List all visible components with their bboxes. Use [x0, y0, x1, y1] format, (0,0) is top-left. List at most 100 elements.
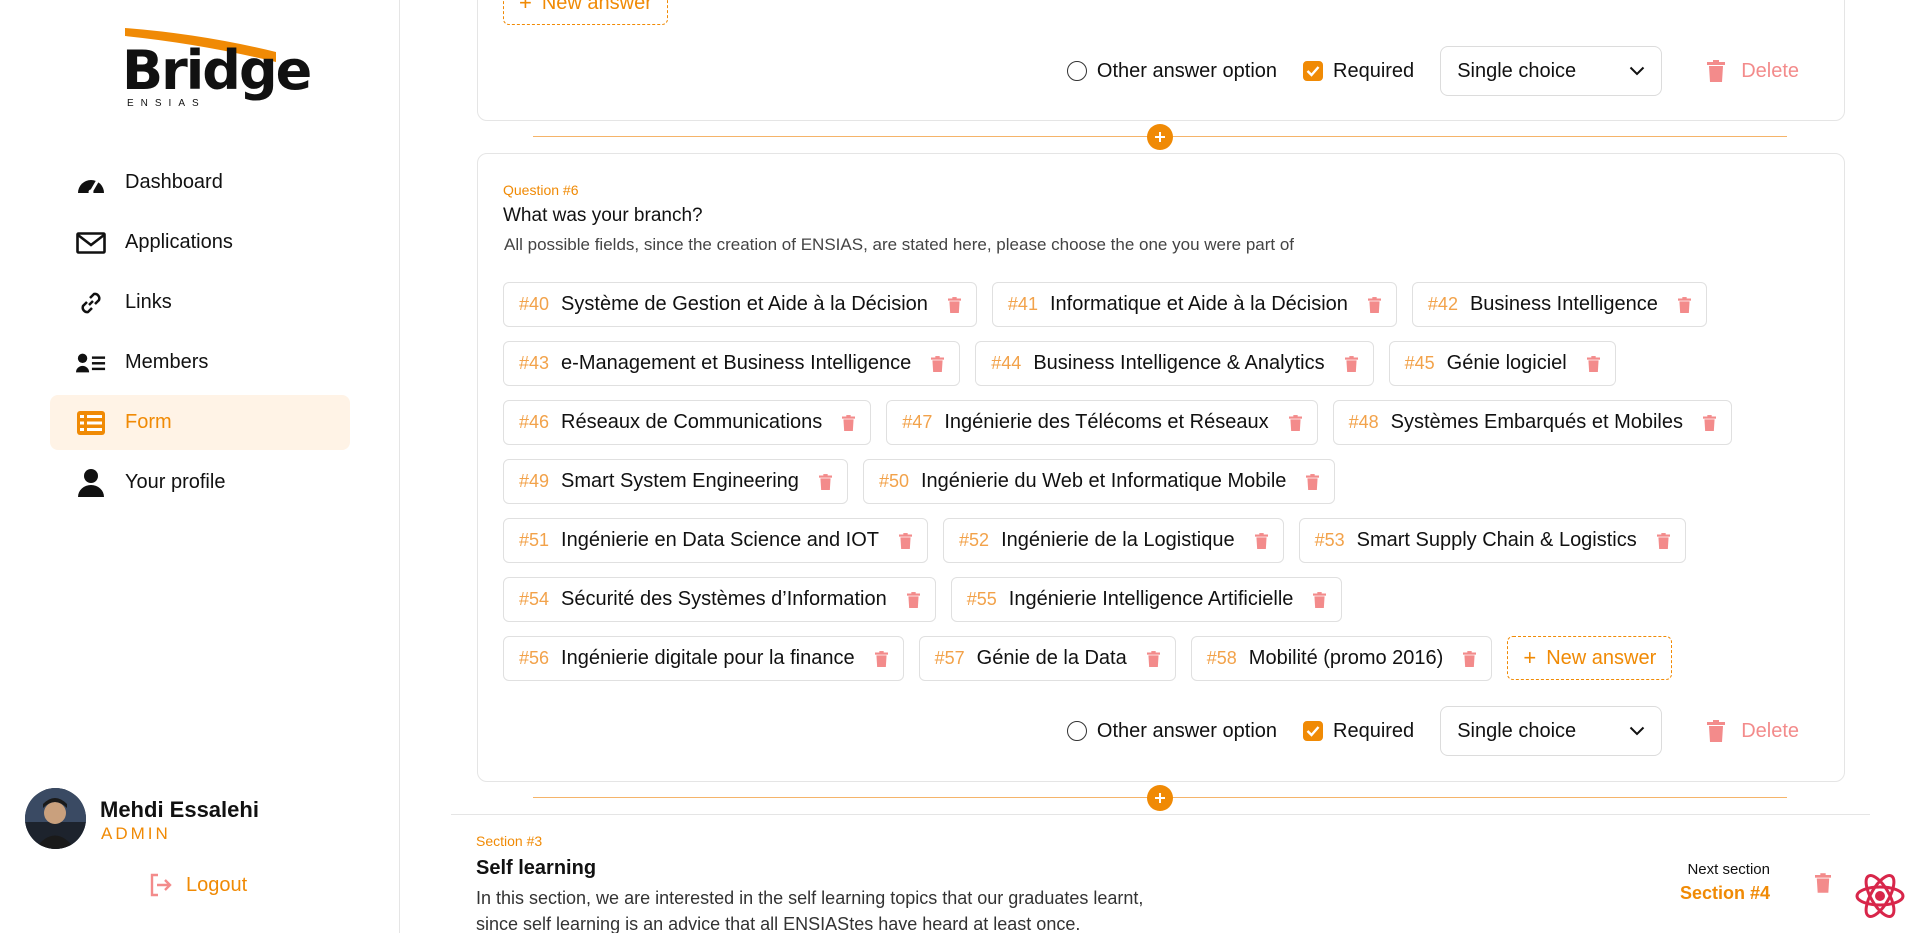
answer-chip[interactable]: #41 Informatique et Aide à la Décision: [991, 282, 1397, 327]
trash-icon[interactable]: [1367, 296, 1381, 313]
envelope-icon: [76, 228, 106, 258]
trash-icon[interactable]: [931, 355, 945, 372]
question-number: Question #6: [503, 182, 579, 198]
delete-section-button[interactable]: [1815, 873, 1831, 898]
section-description[interactable]: In this section, we are interested in th…: [476, 885, 1176, 933]
answer-chip[interactable]: #53 Smart Supply Chain & Logistics: [1298, 518, 1686, 563]
answer-chip[interactable]: #46 Réseaux de Communications: [503, 400, 872, 445]
trash-icon[interactable]: [899, 532, 913, 549]
trash-icon[interactable]: [1306, 473, 1320, 490]
trash-icon[interactable]: [1288, 414, 1302, 431]
answer-id: #54: [519, 589, 550, 609]
new-answer-button[interactable]: + New answer: [1507, 636, 1673, 680]
other-answer-checkbox[interactable]: Other answer option: [1066, 720, 1277, 743]
answer-text[interactable]: Smart System Engineering: [561, 470, 799, 493]
trash-icon[interactable]: [906, 591, 920, 608]
answer-text[interactable]: Génie logiciel: [1447, 352, 1567, 375]
answer-id: #46: [519, 412, 550, 432]
answer-text[interactable]: Systèmes Embarqués et Mobiles: [1391, 411, 1683, 434]
answer-chip[interactable]: #44 Business Intelligence & Analytics: [975, 341, 1374, 386]
answer-text[interactable]: Informatique et Aide à la Décision: [1050, 293, 1348, 316]
answer-chip[interactable]: #57 Génie de la Data: [918, 636, 1176, 681]
sidebar-item-dashboard[interactable]: Dashboard: [50, 155, 350, 210]
trash-icon[interactable]: [842, 414, 856, 431]
delete-question-button[interactable]: Delete: [1707, 720, 1799, 743]
answer-text[interactable]: Ingénierie du Web et Informatique Mobile: [921, 470, 1286, 493]
trash-icon[interactable]: [1703, 414, 1716, 431]
plus-icon: +: [1523, 645, 1537, 670]
trash-icon[interactable]: [1463, 650, 1477, 667]
add-question-button[interactable]: [1147, 124, 1173, 150]
trash-icon[interactable]: [1656, 532, 1670, 549]
sidebar-item-form[interactable]: Form: [50, 395, 350, 450]
react-devtools-icon[interactable]: [1854, 870, 1906, 922]
answer-id: #57: [934, 648, 965, 668]
answer-text[interactable]: Réseaux de Communications: [561, 411, 822, 434]
required-checkbox[interactable]: Required: [1303, 60, 1414, 83]
sidebar-item-profile[interactable]: Your profile: [50, 455, 350, 510]
question-description[interactable]: All possible fields, since the creation …: [504, 235, 1294, 255]
trash-icon[interactable]: [818, 473, 832, 490]
answer-text[interactable]: Ingénierie Intelligence Artificielle: [1009, 588, 1294, 611]
required-checkbox[interactable]: Required: [1303, 720, 1414, 743]
new-answer-label: New answer: [541, 0, 652, 14]
trash-icon[interactable]: [1344, 355, 1358, 372]
answer-chip[interactable]: #52 Ingénierie de la Logistique: [943, 518, 1284, 563]
answer-chip[interactable]: #47 Ingénierie des Télécoms et Réseaux: [886, 400, 1318, 445]
sidebar-item-applications[interactable]: Applications: [50, 215, 350, 270]
section-title[interactable]: Self learning: [476, 857, 596, 880]
answer-chip[interactable]: #54 Sécurité des Systèmes d’Information: [503, 577, 936, 622]
answer-text[interactable]: Sécurité des Systèmes d’Information: [561, 588, 887, 611]
bridge-logo[interactable]: Bridge ENSIAS: [122, 22, 312, 112]
other-answer-checkbox[interactable]: Other answer option: [1066, 60, 1277, 83]
sidebar-item-label: Applications: [125, 231, 233, 253]
answer-chip[interactable]: #48 Systèmes Embarqués et Mobiles: [1332, 400, 1732, 445]
answer-text[interactable]: Ingénierie en Data Science and IOT: [561, 529, 879, 552]
answer-text[interactable]: Système de Gestion et Aide à la Décision: [561, 293, 928, 316]
answer-id: #43: [519, 353, 550, 373]
avatar[interactable]: [25, 788, 86, 849]
answer-chip[interactable]: #58 Mobilité (promo 2016): [1190, 636, 1493, 681]
answer-id: #52: [959, 530, 990, 550]
trash-icon[interactable]: [1254, 532, 1268, 549]
trash-icon[interactable]: [1146, 650, 1160, 667]
answer-chip[interactable]: #42 Business Intelligence: [1411, 282, 1707, 327]
trash-icon[interactable]: [1677, 296, 1691, 313]
answer-chip[interactable]: #55 Ingénierie Intelligence Artificielle: [950, 577, 1343, 622]
answer-text[interactable]: Génie de la Data: [977, 647, 1127, 670]
answer-text[interactable]: e-Management et Business Intelligence: [561, 352, 911, 375]
question-footer: Other answer option Required Single choi…: [1066, 46, 1799, 96]
trash-icon[interactable]: [1313, 591, 1327, 608]
answer-text[interactable]: Smart Supply Chain & Logistics: [1357, 529, 1637, 552]
user-card: Mehdi Essalehi ADMIN: [25, 788, 345, 850]
next-section-select[interactable]: Section #4: [1680, 883, 1770, 904]
sidebar-item-members[interactable]: Members: [50, 335, 350, 390]
answer-text[interactable]: Business Intelligence & Analytics: [1033, 352, 1324, 375]
answer-chip[interactable]: #51 Ingénierie en Data Science and IOT: [503, 518, 929, 563]
trash-icon[interactable]: [1586, 355, 1600, 372]
new-answer-button[interactable]: + New answer: [503, 0, 668, 25]
answer-chip[interactable]: #43 e-Management et Business Intelligence: [503, 341, 961, 386]
question-type-select[interactable]: Single choice: [1440, 706, 1663, 756]
answer-chip[interactable]: #45 Génie logiciel: [1388, 341, 1616, 386]
answer-text[interactable]: Ingénierie de la Logistique: [1001, 529, 1235, 552]
answer-text[interactable]: Ingénierie des Télécoms et Réseaux: [944, 411, 1268, 434]
logout-button[interactable]: Logout: [148, 870, 247, 900]
add-question-button[interactable]: [1147, 785, 1173, 811]
answer-chip[interactable]: #56 Ingénierie digitale pour la finance: [503, 636, 904, 681]
question-type-select[interactable]: Single choice: [1440, 46, 1663, 96]
answer-chip[interactable]: #50 Ingénierie du Web et Informatique Mob…: [862, 459, 1336, 504]
trash-icon[interactable]: [947, 296, 961, 313]
answer-chip[interactable]: #49 Smart System Engineering: [503, 459, 848, 504]
answer-id: #41: [1007, 294, 1038, 314]
answer-text[interactable]: Mobilité (promo 2016): [1249, 647, 1444, 670]
answer-text[interactable]: Business Intelligence: [1470, 293, 1658, 316]
answer-text[interactable]: Ingénierie digitale pour la finance: [561, 647, 855, 670]
question-title[interactable]: What was your branch?: [503, 205, 703, 227]
trash-icon[interactable]: [874, 650, 888, 667]
answer-id: #45: [1404, 353, 1435, 373]
sidebar-item-label: Form: [125, 411, 172, 433]
delete-question-button[interactable]: Delete: [1707, 60, 1799, 83]
sidebar-item-links[interactable]: Links: [50, 275, 350, 330]
answer-chip[interactable]: #40 Système de Gestion et Aide à la Décis…: [503, 282, 977, 327]
